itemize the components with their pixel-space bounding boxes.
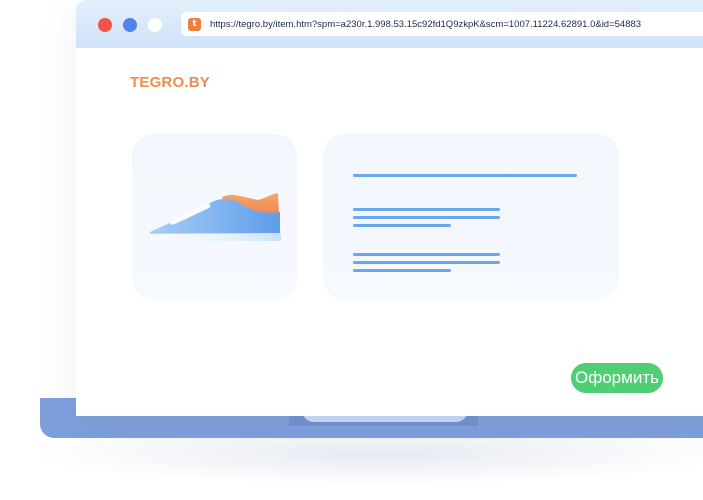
site-logo[interactable]: TEGRO.BY xyxy=(130,74,210,91)
address-bar[interactable]: t https://tegro.by/item.htm?spm=a230r.1.… xyxy=(181,12,703,36)
description-line xyxy=(353,216,500,219)
product-image-card[interactable] xyxy=(132,134,297,300)
close-window-dot[interactable] xyxy=(98,18,112,32)
description-line xyxy=(353,224,451,227)
description-line xyxy=(353,261,500,264)
description-line xyxy=(353,269,451,272)
description-line xyxy=(353,208,500,211)
maximize-window-dot[interactable] xyxy=(148,18,162,32)
description-line xyxy=(353,253,500,256)
minimize-window-dot[interactable] xyxy=(123,18,137,32)
laptop-illustration: t https://tegro.by/item.htm?spm=a230r.1.… xyxy=(0,0,703,500)
checkout-button[interactable]: Оформить xyxy=(571,363,663,393)
product-details-card xyxy=(323,134,619,300)
browser-titlebar: t https://tegro.by/item.htm?spm=a230r.1.… xyxy=(76,0,703,48)
site-favicon-icon: t xyxy=(188,17,201,31)
browser-window: t https://tegro.by/item.htm?spm=a230r.1.… xyxy=(76,0,703,416)
product-title-line xyxy=(353,174,577,177)
sneaker-icon xyxy=(150,193,281,241)
address-bar-url[interactable]: https://tegro.by/item.htm?spm=a230r.1.99… xyxy=(210,19,641,30)
